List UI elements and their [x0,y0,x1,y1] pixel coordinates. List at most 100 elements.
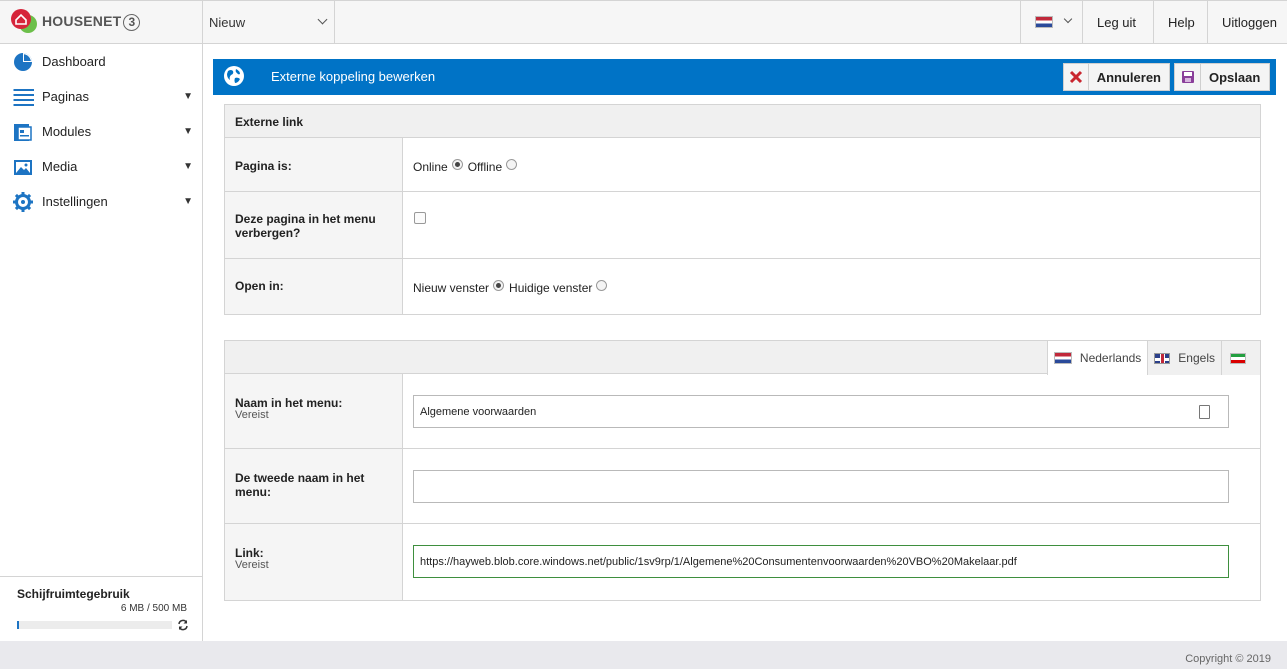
tab-iran[interactable] [1221,341,1260,375]
verbergen-label: Deze pagina in het menu verbergen? [235,212,376,240]
row-label-cell: Link: Vereist [225,524,403,600]
brand-version: 3 [123,14,141,31]
language-tabs: Nederlands Engels [1046,341,1260,375]
sidebar-item-label: Media [42,159,78,174]
second-name-input[interactable] [413,470,1229,503]
link-label: Link: [235,546,264,560]
sidebar-item-instellingen[interactable]: Instellingen ▼ [0,184,202,219]
nieuw-venster-radio[interactable] [493,279,505,291]
row-label-cell: Deze pagina in het menu verbergen? [225,192,403,258]
online-radio[interactable] [451,158,463,170]
site-select-value: Nieuw [209,15,246,30]
row-link: Link: Vereist https://hayweb.blob.core.w… [225,524,1260,600]
globe-icon [224,66,244,86]
huidige-venster-radio[interactable] [596,279,608,291]
disk-usage-value: 6 MB / 500 MB [120,603,187,614]
disk-usage-bar [17,621,172,629]
brand-name: HOUSENET 3 [42,13,141,31]
main-content: Externe koppeling bewerken Annuleren Ops… [203,44,1287,641]
sidebar-item-label: Dashboard [42,54,106,69]
flag-uk-icon [1154,352,1171,364]
row-label-cell: De tweede naam in het menu: [225,449,403,523]
caret-down-icon: ▼ [183,91,193,102]
logout-link[interactable]: Uitloggen [1207,1,1287,44]
site-select[interactable]: Nieuw [203,1,335,44]
sidebar-item-label: Modules [42,124,92,139]
sidebar-item-paginas[interactable]: Paginas ▼ [0,79,202,114]
close-icon [1064,64,1089,90]
menu-name-value: Algemene voorwaarden [420,405,537,418]
refresh-icon[interactable] [177,619,189,631]
caret-down-icon: ▼ [183,196,193,207]
open-in-label: Open in: [235,279,284,293]
caret-down-icon: ▼ [183,161,193,172]
sidebar-item-media[interactable]: Media ▼ [0,149,202,184]
top-bar: HOUSENET 3 Nieuw Leg uit Help Uitloggen [0,0,1287,44]
link-input[interactable]: https://hayweb.blob.core.windows.net/pub… [413,545,1229,578]
contact-card-icon[interactable] [1199,405,1210,419]
copyright: Copyright © 2019 [1185,653,1271,665]
flag-ir-icon [1230,352,1246,364]
sidebar-item-modules[interactable]: Modules ▼ [0,114,202,149]
row-tweede: De tweede naam in het menu: [225,449,1260,524]
nieuw-venster-label: Nieuw venster [413,281,490,295]
offline-radio[interactable] [506,158,518,170]
offline-label: Offline [467,160,503,174]
flag-nl-icon [1053,352,1072,364]
disk-usage-title: Schijfruimtegebruik [17,587,130,601]
sidebar: Dashboard Paginas ▼ Modules ▼ Media ▼ In… [0,44,203,641]
tab-label: Nederlands [1079,351,1142,365]
logo[interactable]: HOUSENET 3 [0,1,203,44]
save-label: Opslaan [1209,69,1261,85]
menu-name-panel: Nederlands Engels Naam in het menu: Vere… [224,340,1261,601]
language-select[interactable] [1020,1,1082,44]
chevron-down-icon [317,14,328,25]
save-button[interactable]: Opslaan [1174,63,1270,91]
row-verbergen: Deze pagina in het menu verbergen? [225,192,1260,259]
sidebar-item-dashboard[interactable]: Dashboard [0,44,202,79]
top-nav: Leg uit Help Uitloggen [1020,1,1287,44]
cancel-label: Annuleren [1096,69,1161,85]
external-link-panel: Externe link Pagina is: Online Offline D… [224,104,1261,315]
modules-icon [14,124,32,141]
menu-name-input[interactable]: Algemene voorwaarden [413,395,1229,428]
housenet-logo-icon [11,9,37,33]
huidige-venster-label: Huidige venster [509,281,593,295]
link-value: https://hayweb.blob.core.windows.net/pub… [420,555,1017,568]
tweede-label: De tweede naam in het menu: [235,471,365,499]
hide-in-menu-checkbox[interactable] [414,212,426,224]
image-icon [14,160,32,175]
link-required: Vereist [235,559,269,571]
caret-down-icon: ▼ [183,126,193,137]
tab-engels[interactable]: Engels [1147,341,1221,375]
naam-required: Vereist [235,409,269,421]
tab-label: Engels [1178,351,1215,365]
save-icon [1175,64,1201,90]
tab-nederlands[interactable]: Nederlands [1046,341,1148,375]
leg-uit-link[interactable]: Leg uit [1082,1,1153,44]
panel-header: Nederlands Engels [225,341,1260,375]
row-naam: Naam in het menu: Vereist Algemene voorw… [225,374,1260,449]
flag-nl-icon [1035,16,1053,28]
row-pagina-is: Pagina is: Online Offline [225,138,1260,192]
row-label-cell: Pagina is: [225,138,403,191]
pagina-is-options: Online Offline [413,158,522,174]
row-open-in: Open in: Nieuw venster Huidige venster [225,259,1260,314]
row-label-cell: Open in: [225,259,403,314]
page-title: Externe koppeling bewerken [271,69,436,84]
sidebar-item-label: Instellingen [42,194,108,209]
page-header: Externe koppeling bewerken Annuleren Ops… [213,59,1276,95]
chevron-down-icon [1063,14,1073,24]
naam-label: Naam in het menu: [235,396,343,410]
panel-header: Externe link [225,105,1260,138]
online-label: Online [413,160,448,174]
panel-title: Externe link [235,115,304,129]
pagina-is-label: Pagina is: [235,159,292,173]
row-label-cell: Naam in het menu: Vereist [225,374,403,448]
help-link[interactable]: Help [1153,1,1207,44]
pie-chart-icon [14,53,32,71]
sidebar-item-label: Paginas [42,89,89,104]
open-in-options: Nieuw venster Huidige venster [413,279,612,295]
gear-icon [13,192,33,212]
cancel-button[interactable]: Annuleren [1063,63,1170,91]
